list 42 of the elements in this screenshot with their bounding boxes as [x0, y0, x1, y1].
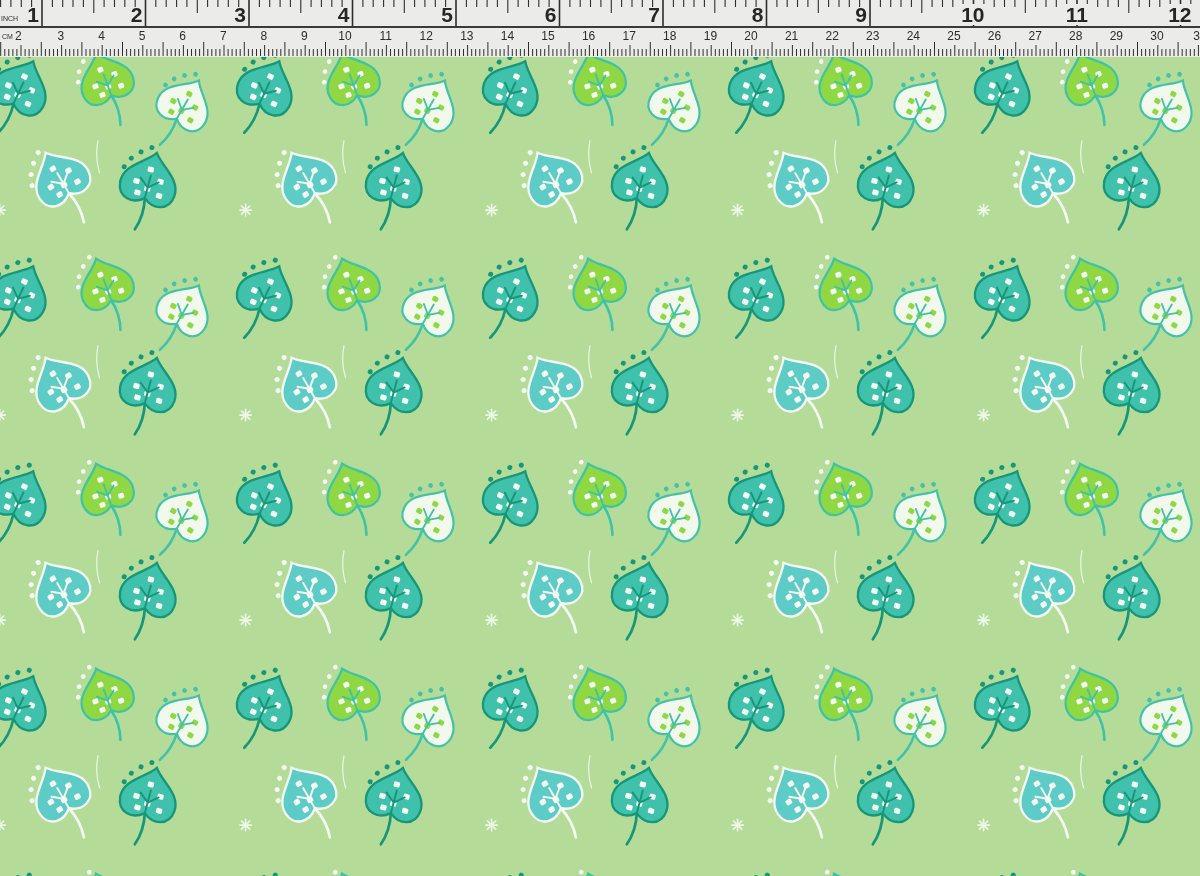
- ruler-number: 30: [1150, 30, 1164, 42]
- ruler-number: 6: [179, 30, 186, 42]
- ruler-number: 13: [460, 30, 474, 42]
- ruler-number: 10: [338, 30, 352, 42]
- ruler-number: 3: [1193, 30, 1200, 42]
- ruler-number: 24: [906, 30, 921, 42]
- ruler-number: 4: [98, 30, 105, 42]
- ruler-number: 11: [379, 30, 392, 42]
- ruler-number: 27: [1028, 30, 1042, 42]
- ruler-number: 16: [581, 30, 596, 42]
- ruler-number: 29: [1109, 30, 1123, 42]
- ruler-number: 21: [784, 30, 799, 42]
- ruler-number: 3: [234, 4, 246, 25]
- ruler-number: 3: [57, 30, 65, 42]
- ruler-number: 12: [1168, 4, 1192, 25]
- ruler-number: 5: [138, 30, 146, 42]
- ruler-number: 7: [219, 30, 227, 42]
- ruler-number: 25: [947, 30, 961, 42]
- ruler-number: 5: [441, 4, 453, 25]
- ruler-number: 7: [648, 4, 660, 25]
- ruler-number: 15: [541, 30, 555, 42]
- ruler-number: 22: [825, 30, 839, 42]
- ruler-number: 12: [419, 30, 433, 42]
- ruler-number: 4: [337, 4, 350, 25]
- ruler-number: 17: [622, 30, 636, 42]
- ruler-number: 18: [663, 30, 677, 42]
- ruler-number: 14: [500, 30, 515, 42]
- ruler-number: 1: [27, 4, 39, 25]
- ruler-number: 28: [1069, 30, 1083, 42]
- ruler-number: 2: [130, 4, 143, 25]
- ruler-number: 8: [751, 4, 764, 25]
- ruler-number: 26: [987, 30, 1002, 42]
- ruler-number: 20: [744, 30, 758, 42]
- ruler-number: 8: [260, 30, 268, 42]
- ruler-number: 9: [855, 4, 867, 25]
- ruler-number: 10: [961, 4, 985, 25]
- ruler-number: 11: [1065, 4, 1088, 25]
- ruler-number: 23: [866, 30, 880, 42]
- ruler-number: 2: [15, 30, 22, 42]
- ruler-number: 9: [301, 30, 308, 42]
- ruler-number: 19: [703, 30, 718, 42]
- ruler-number: 6: [544, 4, 557, 25]
